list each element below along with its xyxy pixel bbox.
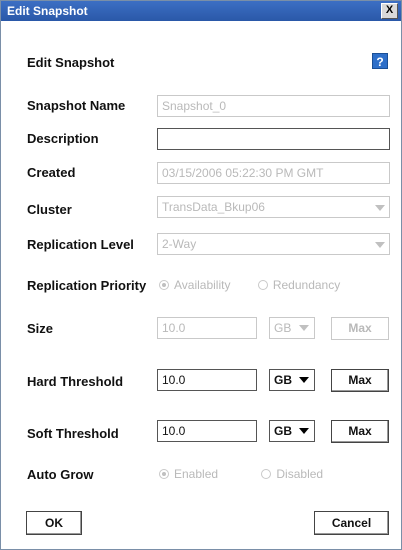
edit-snapshot-dialog: Edit Snapshot X Edit Snapshot ? Snapshot… [0,0,402,550]
description-input[interactable] [157,128,390,150]
chevron-down-icon [299,428,309,434]
chevron-down-icon [299,377,309,383]
window-title: Edit Snapshot [7,4,88,18]
radio-selected-icon [159,469,169,479]
replication-priority-label: Replication Priority [27,278,147,293]
created-input: 03/15/2006 05:22:30 PM GMT [157,162,390,184]
size-label: Size [27,321,54,336]
hard-threshold-label: Hard Threshold [27,374,124,389]
replication-level-value: 2-Way [162,237,197,251]
radio-unselected-icon [257,280,268,290]
auto-grow-radios: Enabled Disabled [159,467,347,481]
cluster-label: Cluster [27,202,72,217]
replication-priority-radios: Availability Redundancy [159,278,364,292]
hard-threshold-unit-select[interactable]: GB [269,369,315,391]
size-max-button[interactable]: Max [331,317,389,340]
cancel-button[interactable]: Cancel [314,511,389,535]
soft-threshold-unit-select[interactable]: GB [269,420,315,442]
enabled-radio[interactable]: Enabled [159,467,218,481]
dialog-heading: Edit Snapshot [27,55,115,70]
auto-grow-label: Auto Grow [27,467,94,482]
ok-button[interactable]: OK [26,511,82,535]
cluster-select[interactable]: TransData_Bkup06 [157,196,390,218]
soft-threshold-input[interactable]: 10.0 [157,420,257,442]
help-icon[interactable]: ? [372,53,388,69]
cluster-value: TransData_Bkup06 [162,200,265,214]
replication-level-label: Replication Level [27,237,134,252]
hard-threshold-max-button[interactable]: Max [331,369,389,392]
redundancy-radio[interactable]: Redundancy [257,278,340,292]
close-button[interactable]: X [381,3,398,19]
snapshot-name-label: Snapshot Name [27,98,126,113]
title-bar: Edit Snapshot X [1,1,401,21]
soft-threshold-label: Soft Threshold [27,426,119,441]
snapshot-name-input[interactable]: Snapshot_0 [157,95,390,117]
description-label: Description [27,131,99,146]
chevron-down-icon [299,325,309,331]
radio-selected-icon [159,280,169,290]
disabled-radio[interactable]: Disabled [261,467,323,481]
radio-unselected-icon [261,469,272,479]
created-label: Created [27,165,76,180]
chevron-down-icon [375,205,385,211]
hard-threshold-input[interactable]: 10.0 [157,369,257,391]
availability-radio[interactable]: Availability [159,278,230,292]
size-unit-select[interactable]: GB [269,317,315,339]
replication-level-select[interactable]: 2-Way [157,233,390,255]
size-input[interactable]: 10.0 [157,317,257,339]
chevron-down-icon [375,242,385,248]
soft-threshold-max-button[interactable]: Max [331,420,389,443]
